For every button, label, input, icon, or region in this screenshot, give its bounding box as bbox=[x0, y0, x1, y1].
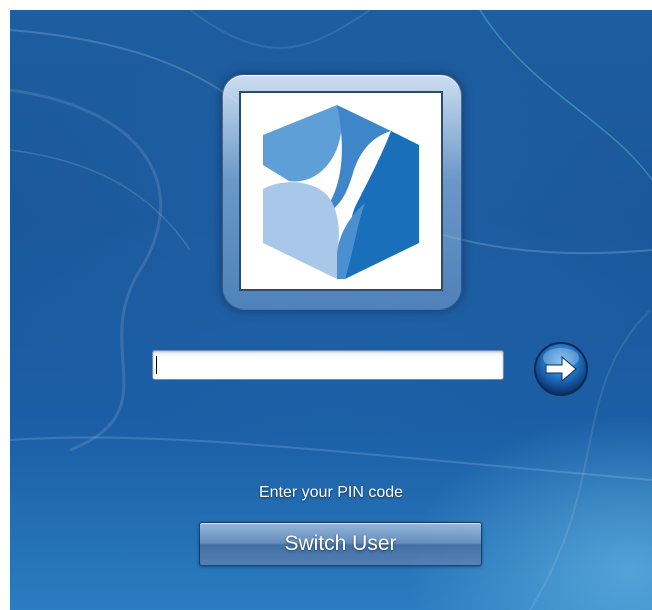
cube-logo-icon bbox=[263, 105, 419, 279]
user-tile bbox=[239, 91, 443, 291]
arrow-right-icon bbox=[534, 342, 588, 396]
switch-user-button[interactable]: Switch User bbox=[199, 522, 482, 566]
pin-input[interactable] bbox=[152, 350, 504, 380]
logon-screen: Enter your PIN code Switch User bbox=[10, 10, 652, 610]
user-tile-frame bbox=[222, 74, 462, 310]
text-cursor bbox=[156, 356, 157, 374]
submit-arrow-button[interactable] bbox=[532, 340, 590, 398]
pin-prompt: Enter your PIN code bbox=[258, 484, 404, 501]
